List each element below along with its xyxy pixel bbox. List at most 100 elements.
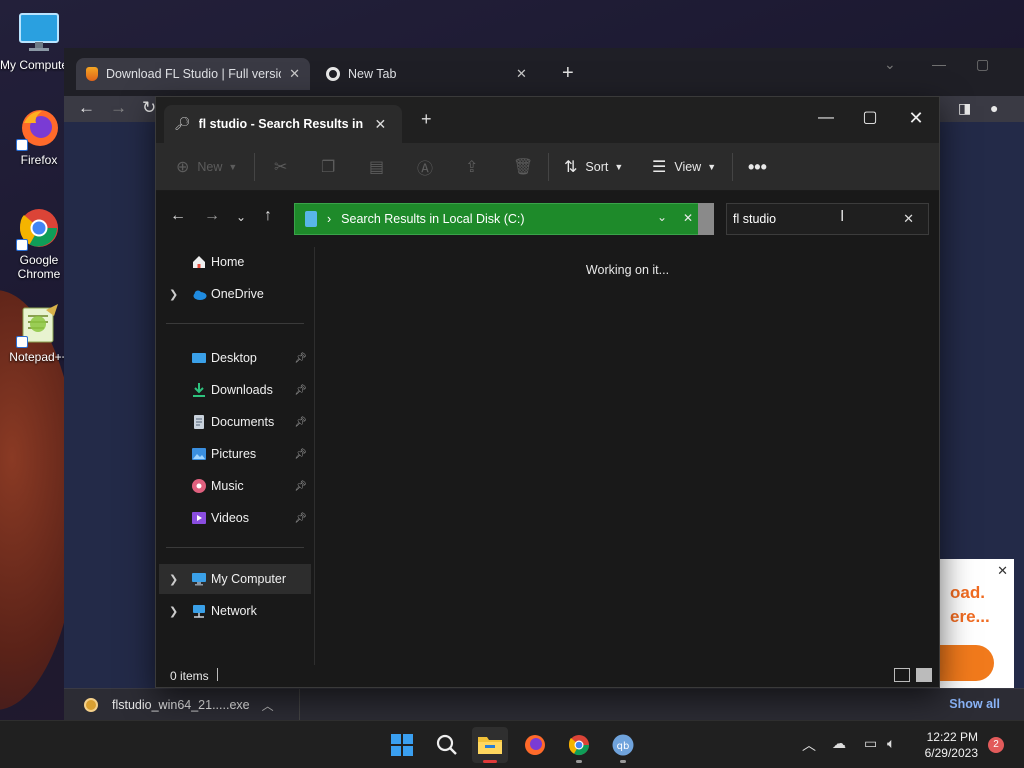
- nav-item-label: OneDrive: [211, 287, 264, 301]
- pin-icon[interactable]: 📌︎: [294, 449, 307, 460]
- share-button[interactable]: ⇪: [465, 143, 478, 191]
- address-bar[interactable]: › Search Results in Local Disk (C:) ⌄ ✕: [294, 203, 714, 235]
- text-cursor-icon: I: [840, 208, 845, 225]
- nav-item-home[interactable]: Home: [159, 247, 311, 277]
- clear-address-icon[interactable]: ✕: [683, 211, 693, 225]
- pin-icon[interactable]: 📌︎: [294, 385, 307, 396]
- nav-item-network[interactable]: ❯ Network: [159, 596, 311, 626]
- copy-button[interactable]: ❐: [321, 143, 335, 191]
- ad-download-button[interactable]: [934, 645, 994, 681]
- close-ad-icon[interactable]: ✕: [997, 563, 1008, 579]
- more-options-button[interactable]: •••: [748, 143, 767, 191]
- cut-button[interactable]: ✂: [274, 143, 287, 191]
- clear-search-icon[interactable]: ✕: [903, 211, 914, 227]
- browser-tab-strip: Download FL Studio | Full version ✕ New …: [64, 48, 1024, 96]
- firefox-icon: [525, 735, 545, 755]
- clock-date: 6/29/2023: [924, 746, 978, 760]
- show-all-link[interactable]: Show all: [949, 697, 1000, 711]
- close-tab-icon[interactable]: ✕: [289, 66, 300, 82]
- taskbar-qbittorrent[interactable]: qb: [605, 727, 641, 763]
- scissors-icon: ✂: [274, 159, 288, 176]
- tab-search-icon[interactable]: ⌄: [884, 56, 896, 73]
- nav-item-label: Music: [211, 479, 244, 493]
- navigation-pane: Home ❯ OneDrive Desktop 📌︎ Downloads 📌︎ …: [156, 247, 316, 665]
- nav-item-music[interactable]: Music 📌︎: [159, 471, 311, 501]
- system-clock[interactable]: 12:22 PM 6/29/2023: [918, 729, 978, 761]
- picture-icon: [192, 448, 206, 460]
- pane-splitter[interactable]: [314, 247, 315, 665]
- tab-title: New Tab: [348, 67, 397, 81]
- sort-button-label: Sort: [585, 160, 609, 174]
- notification-badge[interactable]: 2: [988, 737, 1004, 753]
- recent-locations-chevron-icon[interactable]: ⌄: [236, 210, 246, 224]
- view-button[interactable]: ☰ View ▼: [652, 143, 716, 191]
- chevron-right-icon[interactable]: ❯: [169, 573, 178, 586]
- large-icons-view-icon[interactable]: [916, 668, 932, 682]
- sidebar-icon[interactable]: ◨: [958, 100, 971, 117]
- copy-icon: ❐: [321, 159, 336, 176]
- pin-icon[interactable]: 📌︎: [294, 417, 307, 428]
- monitor-icon: [192, 573, 206, 586]
- items-count: 0 items: [170, 669, 209, 683]
- profile-icon[interactable]: ●: [990, 100, 998, 116]
- nav-item-label: Desktop: [211, 351, 257, 365]
- chrome-icon: [568, 735, 590, 756]
- maximize-icon[interactable]: ▢: [976, 56, 989, 73]
- start-button[interactable]: [384, 727, 420, 763]
- minimize-icon[interactable]: —: [932, 56, 946, 72]
- browser-tab-fl-studio[interactable]: Download FL Studio | Full version ✕: [76, 58, 310, 90]
- close-tab-icon[interactable]: ✕: [375, 116, 387, 133]
- taskbar-file-explorer[interactable]: [472, 727, 508, 763]
- rename-icon: Ⓐ: [417, 161, 434, 178]
- chevron-right-icon[interactable]: ❯: [169, 288, 178, 301]
- new-tab-icon[interactable]: +: [562, 62, 574, 85]
- search-button[interactable]: [429, 727, 465, 763]
- close-tab-icon[interactable]: ✕: [516, 66, 527, 82]
- back-arrow-icon[interactable]: ←: [170, 207, 186, 225]
- forward-arrow-icon[interactable]: →: [204, 207, 220, 225]
- nav-item-my-computer[interactable]: ❯ My Computer: [159, 564, 311, 594]
- volume-icon[interactable]: 🔈︎: [887, 735, 895, 752]
- chevron-down-icon[interactable]: ⌄: [657, 210, 667, 224]
- sort-button[interactable]: ⇅ Sort ▼: [564, 143, 623, 191]
- nav-item-onedrive[interactable]: ❯ OneDrive: [159, 279, 311, 309]
- taskbar-firefox[interactable]: [517, 727, 553, 763]
- explorer-tab[interactable]: 🔎︎ fl studio - Search Results in Lc ✕: [164, 105, 402, 143]
- show-hidden-icons-chevron-icon[interactable]: ︿: [802, 735, 816, 755]
- nav-item-desktop[interactable]: Desktop 📌︎: [159, 343, 311, 373]
- new-button[interactable]: ⊕ New ▼: [176, 143, 237, 191]
- search-input[interactable]: [727, 204, 897, 234]
- up-arrow-icon[interactable]: ↑: [264, 207, 272, 225]
- chevron-right-icon[interactable]: ❯: [169, 605, 178, 618]
- new-tab-icon[interactable]: +: [421, 109, 432, 130]
- nav-item-label: Documents: [211, 415, 275, 429]
- download-item[interactable]: flstudio_win64_21.....exe ︿: [64, 689, 300, 721]
- minimize-icon[interactable]: —: [804, 103, 848, 133]
- close-window-icon[interactable]: ✕: [894, 103, 938, 133]
- nav-item-downloads[interactable]: Downloads 📌︎: [159, 375, 311, 405]
- pin-icon[interactable]: 📌︎: [294, 513, 307, 524]
- cloud-icon: [193, 290, 207, 300]
- nav-item-pictures[interactable]: Pictures 📌︎: [159, 439, 311, 469]
- rename-button[interactable]: Ⓐ: [417, 143, 433, 191]
- nav-divider: [166, 547, 304, 548]
- file-list-area[interactable]: Working on it...: [316, 247, 939, 665]
- active-app-indicator: [483, 760, 497, 763]
- chevron-up-icon[interactable]: ︿: [262, 697, 274, 714]
- network-status-icon[interactable]: ▭: [864, 735, 877, 752]
- taskbar-chrome[interactable]: [561, 727, 597, 763]
- forward-arrow-icon[interactable]: →: [110, 98, 127, 118]
- nav-item-label: My Computer: [211, 572, 287, 586]
- nav-item-documents[interactable]: Documents 📌︎: [159, 407, 311, 437]
- back-arrow-icon[interactable]: ←: [78, 98, 95, 118]
- paste-button[interactable]: ▤: [369, 143, 384, 191]
- search-box[interactable]: I ✕: [726, 203, 929, 235]
- delete-button[interactable]: 🗑︎: [513, 143, 533, 191]
- pin-icon[interactable]: 📌︎: [294, 353, 307, 364]
- browser-tab-new-tab[interactable]: New Tab ✕: [316, 58, 546, 90]
- details-view-icon[interactable]: [894, 668, 910, 682]
- cloud-offline-icon[interactable]: ☁: [832, 735, 846, 752]
- nav-item-videos[interactable]: Videos 📌︎: [159, 503, 311, 533]
- maximize-icon[interactable]: ▢: [848, 103, 892, 133]
- pin-icon[interactable]: 📌︎: [294, 481, 307, 492]
